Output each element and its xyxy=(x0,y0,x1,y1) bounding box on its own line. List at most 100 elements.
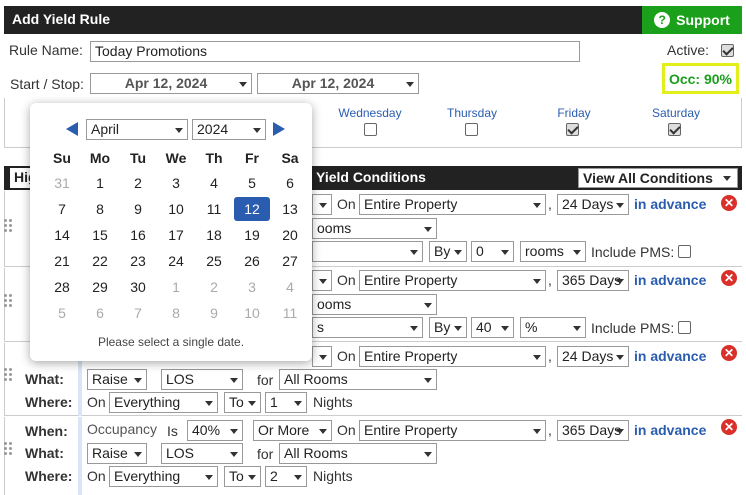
prev-month-icon[interactable] xyxy=(66,122,78,136)
year-select[interactable]: 2024 xyxy=(192,119,266,140)
rule3-for-select[interactable]: All Rooms xyxy=(279,369,437,390)
calendar-day[interactable]: 19 xyxy=(234,223,270,247)
rule-name-input[interactable]: Today Promotions xyxy=(90,41,580,62)
rule2-property-select[interactable]: Entire Property xyxy=(359,270,546,291)
next-month-icon[interactable] xyxy=(273,122,285,136)
calendar-day[interactable]: 11 xyxy=(196,197,232,221)
rule3-delete-icon[interactable]: ✕ xyxy=(721,345,737,361)
rule1-level-select[interactable] xyxy=(312,241,423,262)
rule1-by-select-box[interactable]: By xyxy=(429,241,467,262)
calendar-day[interactable]: 8 xyxy=(82,197,118,221)
rule3-to-select[interactable]: To xyxy=(224,392,261,413)
support-button[interactable]: ? Support xyxy=(642,6,742,34)
calendar-day[interactable]: 24 xyxy=(158,249,194,273)
rule4-scope-select[interactable]: Everything xyxy=(109,466,218,487)
rule3-compare-select[interactable] xyxy=(312,346,332,367)
calendar-day[interactable]: 21 xyxy=(44,249,80,273)
rule2-by-select[interactable]: By xyxy=(429,317,467,338)
calendar-day[interactable]: 26 xyxy=(234,249,270,273)
calendar-day[interactable]: 6 xyxy=(272,171,308,195)
view-conditions-select[interactable]: View All Conditions xyxy=(578,168,738,188)
rule4-pct-select[interactable]: 40% xyxy=(187,420,243,441)
calendar-day[interactable]: 2 xyxy=(120,171,156,195)
rule2-compare-select[interactable] xyxy=(312,270,332,291)
calendar-day[interactable]: 9 xyxy=(120,197,156,221)
calendar-day[interactable]: 1 xyxy=(158,275,194,299)
rule4-for-select[interactable]: All Rooms xyxy=(279,443,437,464)
rule1-compare-select[interactable] xyxy=(312,194,332,215)
day-wednesday-checkbox[interactable] xyxy=(364,123,377,136)
calendar-day[interactable]: 31 xyxy=(44,171,80,195)
calendar-day[interactable]: 10 xyxy=(158,197,194,221)
stop-date-select[interactable]: Apr 12, 2024 xyxy=(257,73,419,94)
calendar-day[interactable]: 9 xyxy=(196,301,232,325)
calendar-day[interactable]: 12 xyxy=(234,197,270,221)
rule1-unit-select[interactable]: rooms xyxy=(520,241,586,262)
calendar-day[interactable]: 11 xyxy=(272,301,308,325)
rule1-amount-select[interactable]: 0 xyxy=(471,241,514,262)
rule2-delete-icon[interactable]: ✕ xyxy=(721,270,737,286)
rule1-days-select[interactable]: 24 Days xyxy=(557,194,629,215)
calendar-day[interactable]: 3 xyxy=(234,275,270,299)
active-checkbox[interactable] xyxy=(721,44,734,57)
rule4-to-select[interactable]: To xyxy=(224,466,261,487)
rule3-scope-select[interactable]: Everything xyxy=(109,392,218,413)
calendar-day[interactable]: 1 xyxy=(82,171,118,195)
rule3-days-select[interactable]: 24 Days xyxy=(557,346,629,367)
calendar-day[interactable]: 13 xyxy=(272,197,308,221)
calendar-day[interactable]: 27 xyxy=(272,249,308,273)
drag-handle-icon[interactable] xyxy=(4,294,14,310)
drag-handle-icon[interactable] xyxy=(4,219,14,235)
calendar-day[interactable]: 23 xyxy=(120,249,156,273)
calendar-day[interactable]: 28 xyxy=(44,275,80,299)
rule4-action-select[interactable]: Raise xyxy=(87,443,147,464)
calendar-day[interactable]: 5 xyxy=(44,301,80,325)
rule2-amount-select[interactable]: 40 xyxy=(471,317,514,338)
rule1-include-pms-checkbox[interactable] xyxy=(678,245,691,258)
calendar-day[interactable]: 22 xyxy=(82,249,118,273)
rule3-type-select[interactable]: LOS xyxy=(161,369,243,390)
rule4-compare-select[interactable]: Or More xyxy=(253,420,332,441)
calendar-day[interactable]: 7 xyxy=(120,301,156,325)
calendar-day[interactable]: 5 xyxy=(234,171,270,195)
rule2-days-select[interactable]: 365 Days xyxy=(557,270,629,291)
calendar-day[interactable]: 25 xyxy=(196,249,232,273)
calendar-day[interactable]: 14 xyxy=(44,223,80,247)
calendar-day[interactable]: 30 xyxy=(120,275,156,299)
drag-handle-icon[interactable] xyxy=(4,442,14,458)
rule4-delete-icon[interactable]: ✕ xyxy=(721,419,737,435)
rule4-days-select[interactable]: 365 Days xyxy=(557,420,629,441)
start-date-select[interactable]: Apr 12, 2024 xyxy=(90,73,252,94)
calendar-day[interactable]: 2 xyxy=(196,275,232,299)
rule2-unit-select[interactable]: % xyxy=(520,317,586,338)
calendar-day[interactable]: 15 xyxy=(82,223,118,247)
day-saturday-checkbox[interactable] xyxy=(668,123,681,136)
calendar-day[interactable]: 3 xyxy=(158,171,194,195)
rule3-nights-select[interactable]: 1 xyxy=(265,392,307,413)
rule3-property-select[interactable]: Entire Property xyxy=(359,346,546,367)
rule1-delete-icon[interactable]: ✕ xyxy=(721,195,737,211)
drag-handle-icon[interactable] xyxy=(4,368,14,384)
rule4-type-select[interactable]: LOS xyxy=(161,443,243,464)
rule1-property-select[interactable]: Entire Property xyxy=(359,194,546,215)
month-select[interactable]: April xyxy=(86,119,188,140)
calendar-day[interactable]: 6 xyxy=(82,301,118,325)
rule2-for-select[interactable]: ooms xyxy=(312,294,437,315)
rule1-for-select[interactable]: ooms xyxy=(312,218,437,239)
calendar-day[interactable]: 16 xyxy=(120,223,156,247)
calendar-day[interactable]: 7 xyxy=(44,197,80,221)
calendar-day[interactable]: 17 xyxy=(158,223,194,247)
calendar-day[interactable]: 20 xyxy=(272,223,308,247)
rule4-nights-select[interactable]: 2 xyxy=(265,466,307,487)
rule3-action-select[interactable]: Raise xyxy=(87,369,147,390)
rule2-include-pms-checkbox[interactable] xyxy=(678,321,691,334)
calendar-day[interactable]: 4 xyxy=(272,275,308,299)
calendar-day[interactable]: 10 xyxy=(234,301,270,325)
day-friday-checkbox[interactable] xyxy=(566,123,579,136)
calendar-day[interactable]: 29 xyxy=(82,275,118,299)
calendar-day[interactable]: 8 xyxy=(158,301,194,325)
calendar-day[interactable]: 4 xyxy=(196,171,232,195)
rule4-property-select[interactable]: Entire Property xyxy=(359,420,546,441)
calendar-day[interactable]: 18 xyxy=(196,223,232,247)
day-thursday-checkbox[interactable] xyxy=(465,123,478,136)
